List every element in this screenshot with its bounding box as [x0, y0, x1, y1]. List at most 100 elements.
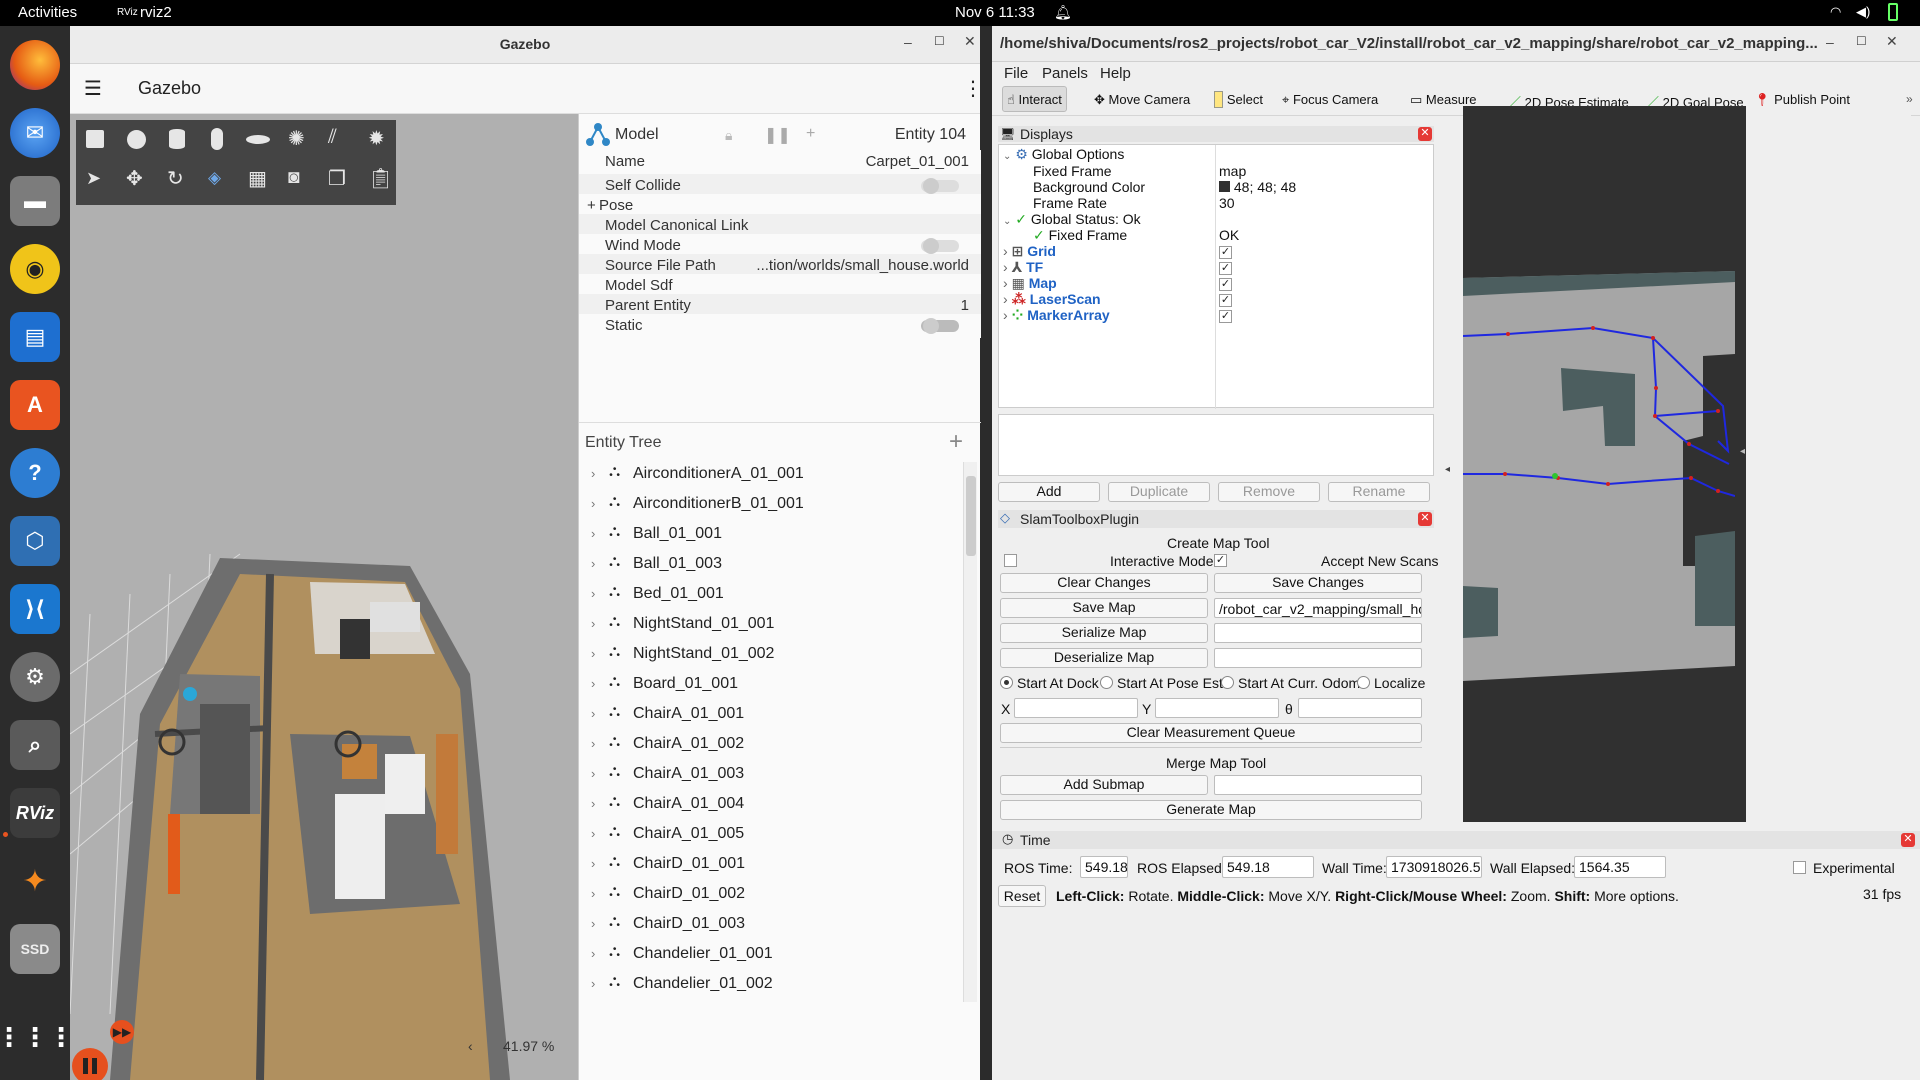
- menu-panels[interactable]: Panels: [1042, 65, 1088, 82]
- display-laserscan-checkbox[interactable]: ✓: [1219, 294, 1232, 307]
- reset-button[interactable]: Reset: [998, 885, 1046, 907]
- menu-help[interactable]: Help: [1100, 65, 1131, 82]
- list-item[interactable]: › ⛬ Ball_01_001: [579, 520, 957, 550]
- rviz-3d-view[interactable]: ◂: [1463, 106, 1911, 822]
- save-map-path-input[interactable]: /robot_car_v2_mapping/small_house: [1214, 598, 1422, 618]
- rotate-mode-icon[interactable]: ↻: [167, 166, 184, 191]
- rhythmbox-icon[interactable]: ◉: [10, 244, 60, 294]
- self-collide-toggle[interactable]: [921, 178, 959, 194]
- start-at-pose-est-radio[interactable]: [1100, 676, 1113, 689]
- list-item[interactable]: › ⛬ ChairD_01_002: [579, 880, 957, 910]
- list-item[interactable]: › ⛬ ChairA_01_001: [579, 700, 957, 730]
- settings-icon[interactable]: ⚙: [10, 652, 60, 702]
- tool-move-camera[interactable]: ✥ Move Camera: [1090, 87, 1194, 113]
- list-item[interactable]: › ⛬ Chandelier_01_002: [579, 970, 957, 1000]
- hamburger-menu-icon[interactable]: ☰: [84, 76, 102, 101]
- tool-select[interactable]: Select: [1210, 87, 1267, 113]
- grid-snap-icon[interactable]: ▦: [248, 166, 267, 191]
- list-item[interactable]: › ⛬ NightStand_01_001: [579, 610, 957, 640]
- 3d-scene-view[interactable]: ✺ ⫽ ✹ ➤ ✥ ↻ ◈ ▦ ◙ ❐ 📋︎ ▶▶ ‹ 41.97 %: [70, 114, 578, 1080]
- list-item[interactable]: › ⛬ Ball_01_003: [579, 550, 957, 580]
- menu-file[interactable]: File: [1004, 65, 1028, 82]
- wall-elapsed-field[interactable]: 1564.35: [1574, 856, 1666, 878]
- remove-display-button[interactable]: Remove: [1218, 482, 1320, 502]
- frame-rate-value[interactable]: 30: [1219, 195, 1235, 214]
- add-component-icon[interactable]: +: [806, 125, 815, 143]
- ssd-drive-icon[interactable]: SSD: [10, 924, 60, 974]
- wifi-icon[interactable]: ◠: [1830, 4, 1841, 20]
- duplicate-display-button[interactable]: Duplicate: [1108, 482, 1210, 502]
- save-changes-button[interactable]: Save Changes: [1214, 573, 1422, 593]
- list-item[interactable]: › ⛬ ChairD_01_003: [579, 910, 957, 940]
- display-markerarray-checkbox[interactable]: ✓: [1219, 310, 1232, 323]
- paste-icon[interactable]: 📋︎: [368, 166, 393, 191]
- close-icon[interactable]: ✕: [1418, 127, 1432, 141]
- app-center-icon[interactable]: A: [10, 380, 60, 430]
- deserialize-map-button[interactable]: Deserialize Map: [1000, 648, 1208, 668]
- minimize-icon[interactable]: –: [1826, 34, 1834, 50]
- start-at-curr-odom-radio[interactable]: [1221, 676, 1234, 689]
- sphere-shape-icon[interactable]: [127, 130, 146, 149]
- clock[interactable]: Nov 6 11:33: [955, 4, 1035, 21]
- toolbar-overflow-icon[interactable]: »: [1906, 92, 1913, 106]
- bell-icon[interactable]: 🔔︎: [1054, 4, 1072, 21]
- rename-display-button[interactable]: Rename: [1328, 482, 1430, 502]
- display-markerarray[interactable]: › ⁘ MarkerArray: [1003, 307, 1110, 326]
- submap-input[interactable]: [1214, 775, 1422, 795]
- wall-time-field[interactable]: 1730918026.55: [1386, 856, 1482, 878]
- list-item[interactable]: › ⛬ Bed_01_001: [579, 580, 957, 610]
- list-item[interactable]: › ⛬ Chandelier_01_001: [579, 940, 957, 970]
- help-icon[interactable]: ?: [10, 448, 60, 498]
- maximize-icon[interactable]: ☐: [934, 34, 945, 48]
- display-map-checkbox[interactable]: ✓: [1219, 278, 1232, 291]
- close-icon[interactable]: ✕: [1901, 833, 1915, 847]
- list-item[interactable]: › ⛬ AirconditionerA_01_001: [579, 460, 957, 490]
- display-tf-checkbox[interactable]: ✓: [1219, 262, 1232, 275]
- activities-button[interactable]: Activities: [18, 4, 77, 21]
- select-mode-icon[interactable]: ➤: [86, 168, 101, 189]
- list-item[interactable]: › ⛬ ChairA_01_004: [579, 790, 957, 820]
- gazebo-icon[interactable]: ✦: [10, 856, 60, 906]
- battery-icon[interactable]: [1888, 3, 1898, 21]
- cylinder-shape-icon[interactable]: [169, 129, 185, 149]
- pause-updates-icon[interactable]: ❚❚: [764, 125, 791, 145]
- add-entity-icon[interactable]: +: [949, 428, 963, 456]
- display-grid-checkbox[interactable]: ✓: [1219, 246, 1232, 259]
- list-item[interactable]: › ⛬ ChairA_01_002: [579, 730, 957, 760]
- expand-icon[interactable]: +: [587, 197, 596, 214]
- tool-focus-camera[interactable]: ⌖ Focus Camera: [1278, 87, 1382, 113]
- more-options-icon[interactable]: ⋮: [963, 76, 983, 101]
- ros-time-field[interactable]: 549.18: [1080, 856, 1128, 878]
- tool-interact[interactable]: ☝ Interact: [1002, 86, 1067, 112]
- generate-map-button[interactable]: Generate Map: [1000, 800, 1422, 820]
- show-apps-icon[interactable]: ⋮⋮⋮: [0, 1012, 74, 1062]
- vscode-icon[interactable]: ⟩⟨: [10, 584, 60, 634]
- theta-input[interactable]: [1298, 698, 1422, 718]
- list-item[interactable]: › ⛬ ChairD_01_001: [579, 850, 957, 880]
- entity-tree-scrollbar[interactable]: [963, 462, 977, 1002]
- clear-changes-button[interactable]: Clear Changes: [1000, 573, 1208, 593]
- lock-icon[interactable]: 🔒︎: [725, 127, 732, 144]
- step-forward-button[interactable]: ▶▶: [110, 1020, 134, 1044]
- x-input[interactable]: [1014, 698, 1138, 718]
- list-item[interactable]: › ⛬ Board_01_001: [579, 670, 957, 700]
- wind-mode-toggle[interactable]: [921, 238, 959, 254]
- splitter[interactable]: ◂: [1443, 126, 1455, 826]
- transform-control-icon[interactable]: ◈: [208, 168, 221, 188]
- add-submap-button[interactable]: Add Submap: [1000, 775, 1208, 795]
- translate-mode-icon[interactable]: ✥: [126, 166, 143, 191]
- firefox-icon[interactable]: [10, 40, 60, 90]
- directional-light-icon[interactable]: ⫽: [328, 126, 337, 149]
- save-map-button[interactable]: Save Map: [1000, 598, 1208, 618]
- close-icon[interactable]: ✕: [964, 33, 976, 50]
- accept-new-scans-checkbox[interactable]: ✓: [1214, 554, 1227, 567]
- list-item[interactable]: › ⛬ ChairA_01_003: [579, 760, 957, 790]
- virtualbox-icon[interactable]: ⬡: [10, 516, 60, 566]
- copy-icon[interactable]: ❐: [328, 166, 346, 191]
- clear-measurement-queue-button[interactable]: Clear Measurement Queue: [1000, 723, 1422, 743]
- spot-light-icon[interactable]: ✹: [368, 126, 385, 151]
- interactive-mode-checkbox[interactable]: [1004, 554, 1017, 567]
- image-viewer-icon[interactable]: ⌕: [10, 720, 60, 770]
- deserialize-map-input[interactable]: [1214, 648, 1422, 668]
- serialize-map-input[interactable]: [1214, 623, 1422, 643]
